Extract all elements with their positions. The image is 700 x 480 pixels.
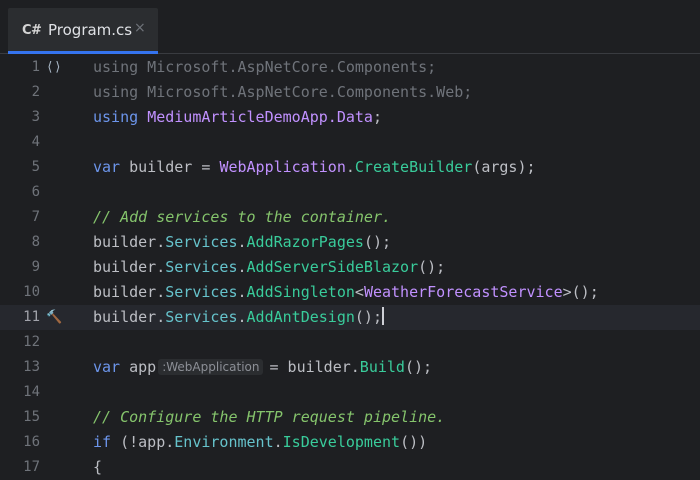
code-line-1: 1 ⟨⟩ using Microsoft.AspNetCore.Componen… [0,55,700,80]
hammer-icon[interactable]: 🔨 [46,305,66,330]
line-number: 1 [31,59,40,75]
line-number: 3 [31,109,40,125]
line-number: 8 [31,234,40,250]
code-line-6: 6 [0,180,700,205]
code-line-4: 4 [0,130,700,155]
line-number: 4 [31,134,40,150]
code-line-9: 9 builder.Services.AddServerSideBlazor()… [0,255,700,280]
tab-label: Program.cs [48,21,133,39]
type-inlay-hint[interactable]: :WebApplication [158,359,264,375]
namespace-text: Microsoft.AspNetCore.Components; [138,58,437,76]
line-number: 17 [23,459,40,475]
line-number: 10 [23,284,40,300]
line-number: 7 [31,209,40,225]
code-line-2: 2 using Microsoft.AspNetCore.Components.… [0,80,700,105]
line-number: 16 [23,434,40,450]
line-number: 2 [31,84,40,100]
code-comment: // Configure the HTTP request pipeline. [93,408,446,426]
code-line-10: 10 builder.Services.AddSingleton<Weather… [0,280,700,305]
csharp-file-icon: C# [22,23,42,38]
line-number: 11 [23,309,40,325]
code-line-13: 13 var app:WebApplication = builder.Build… [0,355,700,380]
close-icon[interactable]: × [134,20,146,36]
code-editor[interactable]: 1 ⟨⟩ using Microsoft.AspNetCore.Componen… [0,55,700,478]
line-number: 14 [23,384,40,400]
active-tab-indicator [8,51,158,54]
code-line-7: 7 // Add services to the container. [0,205,700,230]
line-number: 5 [31,159,40,175]
namespace-text: Microsoft.AspNetCore.Components.Web; [138,83,473,101]
code-line-5: 5 var builder = WebApplication.CreateBui… [0,155,700,180]
code-line-11: 11 🔨 builder.Services.AddAntDesign(); [0,305,700,330]
namespace-text: MediumArticleDemoApp.Data [147,108,373,126]
keyword-using: using [93,83,139,101]
code-line-12: 12 [0,330,700,355]
line-number: 15 [23,409,40,425]
code-comment: // Add services to the container. [93,208,392,226]
code-line-8: 8 builder.Services.AddRazorPages(); [0,230,700,255]
line-number: 12 [23,334,40,350]
code-line-15: 15 // Configure the HTTP request pipelin… [0,405,700,430]
namespace-gutter-icon[interactable]: ⟨⟩ [46,55,66,80]
keyword-using: using [93,58,139,76]
text-caret [382,307,384,325]
line-number: 9 [31,259,40,275]
code-line-3: 3 using MediumArticleDemoApp.Data; [0,105,700,130]
code-line-14: 14 [0,380,700,405]
editor-tab-bar: C# Program.cs × [0,0,700,54]
line-number: 6 [31,184,40,200]
code-line-16: 16 if (!app.Environment.IsDevelopment()) [0,430,700,455]
code-line-17: 17 { [0,455,700,480]
line-number: 13 [23,359,40,375]
tab-program-cs[interactable]: C# Program.cs × [8,8,158,54]
keyword-using: using [93,108,139,126]
